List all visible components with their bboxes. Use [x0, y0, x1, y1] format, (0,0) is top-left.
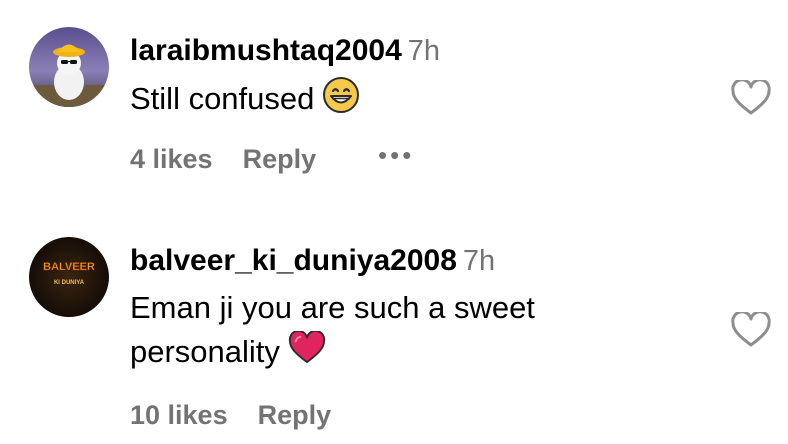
timestamp: 7h — [462, 245, 496, 277]
reply-button[interactable]: Reply — [243, 144, 317, 175]
avatar-subtitle: KI DUNIYA — [54, 280, 85, 286]
username[interactable]: laraibmushtaq2004 — [130, 34, 402, 67]
timestamp: 7h — [407, 35, 441, 67]
comment-body: Still confused — [130, 81, 315, 117]
comment-text: Still confused — [130, 76, 360, 126]
comment-actions: 4 likes Reply — [130, 144, 316, 175]
likes-count[interactable]: 10 likes — [130, 400, 228, 431]
comment-header: laraibmushtaq2004 7h — [130, 34, 440, 68]
username[interactable]: balveer_ki_duniya2008 — [130, 244, 457, 277]
heart-outline-icon[interactable] — [731, 312, 771, 348]
reply-button[interactable]: Reply — [258, 400, 332, 431]
comment-text: Eman ji you are such a sweet personality — [130, 286, 535, 377]
red-heart-emoji — [288, 329, 326, 377]
more-dots-icon[interactable]: ••• — [378, 140, 414, 171]
comment-body-line-2: personality — [130, 334, 280, 369]
likes-count[interactable]: 4 likes — [130, 144, 213, 175]
avatar-title: BALVEER — [43, 261, 95, 273]
comment-header: balveer_ki_duniya2008 7h — [130, 244, 495, 278]
comment-body-line-1: Eman ji you are such a sweet — [130, 290, 535, 325]
avatar[interactable]: BALVEER KI DUNIYA — [29, 237, 109, 317]
avatar[interactable] — [29, 27, 109, 107]
comment-body-line-2-wrap: personality — [130, 329, 535, 377]
grinning-face-emoji — [322, 76, 360, 126]
heart-outline-icon[interactable] — [731, 80, 771, 116]
comment-actions: 10 likes Reply — [130, 400, 331, 431]
